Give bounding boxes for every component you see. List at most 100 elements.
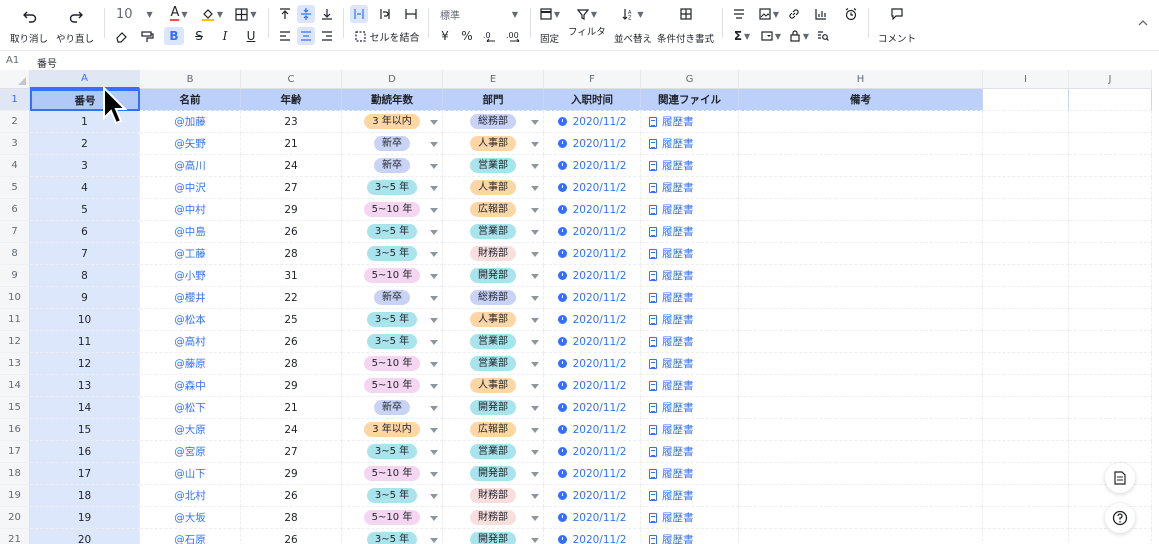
dropdown-arrow-icon[interactable] <box>430 494 438 499</box>
empty-cell[interactable] <box>739 199 983 221</box>
row-number[interactable]: 8 <box>0 243 30 265</box>
insert-link-button[interactable] <box>785 5 803 23</box>
age-cell[interactable]: 26 <box>241 331 342 353</box>
empty-cell[interactable] <box>983 89 1069 111</box>
dropdown-arrow-icon[interactable] <box>531 274 539 279</box>
empty-cell[interactable] <box>1069 353 1152 375</box>
id-cell[interactable]: 7 <box>30 243 140 265</box>
user-mention[interactable]: @矢野 <box>174 136 206 151</box>
tenure-cell[interactable]: 3~5 年 <box>342 177 443 199</box>
id-cell[interactable]: 9 <box>30 287 140 309</box>
name-cell[interactable]: @大坂 <box>140 507 241 529</box>
date-cell[interactable]: 2020/11/2 <box>544 221 641 243</box>
empty-cell[interactable] <box>739 419 983 441</box>
empty-cell[interactable] <box>739 529 983 544</box>
user-mention[interactable]: @小野 <box>174 268 206 283</box>
row-number[interactable]: 10 <box>0 287 30 309</box>
age-cell[interactable]: 21 <box>241 397 342 419</box>
empty-cell[interactable] <box>983 419 1069 441</box>
file-link[interactable]: 履歴書 <box>649 224 694 239</box>
dropdown-arrow-icon[interactable] <box>430 318 438 323</box>
fill-color-button[interactable]: ▼ <box>198 5 226 23</box>
date-cell[interactable]: 2020/11/2 <box>544 441 641 463</box>
empty-cell[interactable] <box>983 177 1069 199</box>
user-mention[interactable]: @石原 <box>174 532 206 544</box>
user-mention[interactable]: @工藤 <box>174 246 206 261</box>
file-cell[interactable]: 履歴書 <box>641 441 739 463</box>
name-cell[interactable]: @中村 <box>140 199 241 221</box>
empty-cell[interactable] <box>1069 177 1152 199</box>
empty-cell[interactable] <box>1069 287 1152 309</box>
department-cell[interactable]: 営業部 <box>443 353 544 375</box>
dropdown-arrow-icon[interactable] <box>430 362 438 367</box>
name-cell[interactable]: @大原 <box>140 419 241 441</box>
empty-cell[interactable] <box>739 507 983 529</box>
date-cell[interactable]: 2020/11/2 <box>544 485 641 507</box>
date-cell[interactable]: 2020/11/2 <box>544 529 641 544</box>
age-cell[interactable]: 29 <box>241 199 342 221</box>
department-cell[interactable]: 開発部 <box>443 463 544 485</box>
user-mention[interactable]: @松本 <box>174 312 206 327</box>
format-painter-button[interactable] <box>138 27 156 45</box>
dropdown-arrow-icon[interactable] <box>531 230 539 235</box>
empty-cell[interactable] <box>739 111 983 133</box>
dropdown-arrow-icon[interactable] <box>430 120 438 125</box>
row-number[interactable]: 21 <box>0 529 30 544</box>
row-number[interactable]: 1 <box>0 89 30 111</box>
empty-cell[interactable] <box>739 221 983 243</box>
file-link[interactable]: 履歴書 <box>649 136 694 151</box>
user-mention[interactable]: @山下 <box>174 466 206 481</box>
tenure-cell[interactable]: 5~10 年 <box>342 265 443 287</box>
underline-button[interactable]: U <box>242 27 260 45</box>
file-cell[interactable]: 履歴書 <box>641 287 739 309</box>
file-link[interactable]: 履歴書 <box>649 268 694 283</box>
department-cell[interactable]: 総務部 <box>443 111 544 133</box>
dropdown-arrow-icon[interactable] <box>531 362 539 367</box>
empty-cell[interactable] <box>983 155 1069 177</box>
tenure-cell[interactable]: 3~5 年 <box>342 485 443 507</box>
dropdown-arrow-icon[interactable] <box>531 516 539 521</box>
row-number[interactable]: 2 <box>0 111 30 133</box>
file-link[interactable]: 履歴書 <box>649 400 694 415</box>
dropdown-arrow-icon[interactable] <box>430 450 438 455</box>
currency-format-button[interactable]: ¥ <box>436 27 454 45</box>
name-cell[interactable]: @高川 <box>140 155 241 177</box>
name-cell[interactable]: @櫻井 <box>140 287 241 309</box>
date-cell[interactable]: 2020/11/2 <box>544 111 641 133</box>
empty-cell[interactable] <box>983 221 1069 243</box>
dropdown-arrow-icon[interactable] <box>531 538 539 543</box>
file-cell[interactable]: 履歴書 <box>641 375 739 397</box>
age-cell[interactable]: 27 <box>241 177 342 199</box>
row-number[interactable]: 13 <box>0 353 30 375</box>
age-cell[interactable]: 29 <box>241 463 342 485</box>
date-cell[interactable]: 2020/11/2 <box>544 507 641 529</box>
user-mention[interactable]: @中沢 <box>174 180 206 195</box>
italic-button[interactable]: I <box>216 27 234 45</box>
user-mention[interactable]: @加藤 <box>174 114 206 129</box>
age-cell[interactable]: 23 <box>241 111 342 133</box>
empty-cell[interactable] <box>983 507 1069 529</box>
row-number[interactable]: 3 <box>0 133 30 155</box>
file-cell[interactable]: 履歴書 <box>641 397 739 419</box>
department-cell[interactable]: 人事部 <box>443 133 544 155</box>
column-header-j[interactable]: J <box>1069 70 1152 89</box>
column-header-d[interactable]: D <box>342 70 443 89</box>
text-wrap-button[interactable] <box>376 5 394 23</box>
merge-cells-button[interactable]: セルを結合 <box>352 27 422 45</box>
name-cell[interactable]: @高村 <box>140 331 241 353</box>
date-cell[interactable]: 2020/11/2 <box>544 177 641 199</box>
id-cell[interactable]: 17 <box>30 463 140 485</box>
empty-cell[interactable] <box>983 243 1069 265</box>
row-number[interactable]: 16 <box>0 419 30 441</box>
empty-cell[interactable] <box>983 529 1069 544</box>
date-cell[interactable]: 2020/11/2 <box>544 397 641 419</box>
align-center-button[interactable] <box>297 27 315 45</box>
id-cell[interactable]: 2 <box>30 133 140 155</box>
age-cell[interactable]: 21 <box>241 133 342 155</box>
dropdown-arrow-icon[interactable] <box>531 208 539 213</box>
tenure-cell[interactable]: 3~5 年 <box>342 441 443 463</box>
row-number[interactable]: 19 <box>0 485 30 507</box>
department-cell[interactable]: 人事部 <box>443 177 544 199</box>
empty-cell[interactable] <box>983 463 1069 485</box>
date-cell[interactable]: 2020/11/2 <box>544 331 641 353</box>
